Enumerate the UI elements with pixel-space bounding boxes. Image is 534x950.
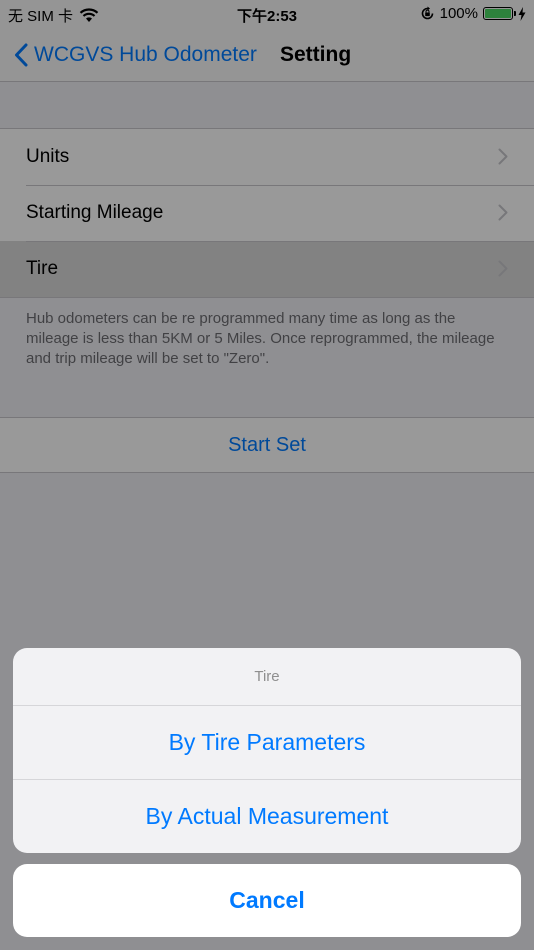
by-actual-measurement-button[interactable]: By Actual Measurement [13,779,521,853]
cancel-button[interactable]: Cancel [13,864,521,937]
action-sheet: Tire By Tire Parameters By Actual Measur… [13,648,521,853]
action-sheet-title: Tire [13,648,521,706]
by-tire-parameters-button[interactable]: By Tire Parameters [13,706,521,779]
